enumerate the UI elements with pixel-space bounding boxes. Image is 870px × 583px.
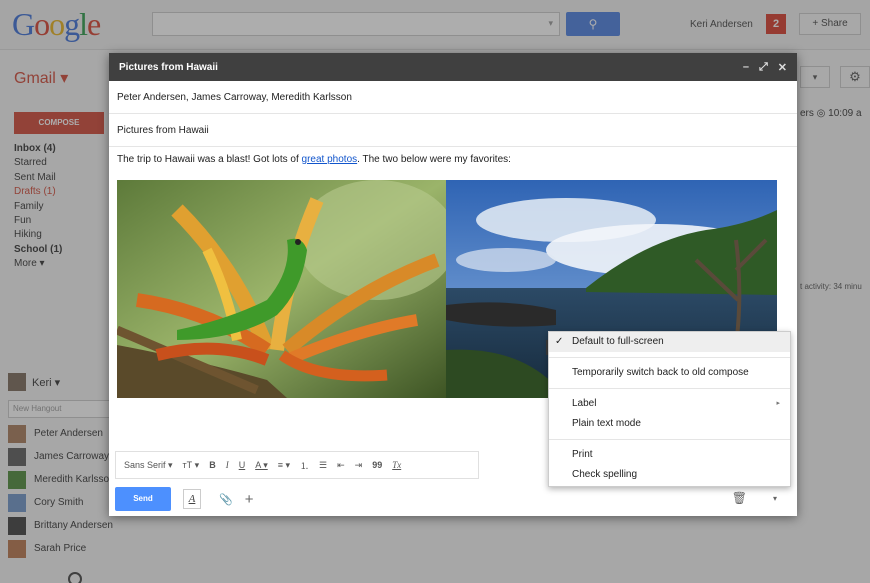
underline-icon[interactable]: U	[239, 460, 246, 470]
more-options-icon[interactable]: ▾	[765, 489, 785, 509]
subject-field[interactable]: Pictures from Hawaii	[109, 114, 797, 147]
bold-icon[interactable]: B	[209, 460, 216, 470]
insert-more-icon[interactable]: +	[245, 491, 254, 508]
submenu-arrow-icon: ▸	[776, 400, 780, 407]
menu-divider	[549, 439, 790, 440]
italic-icon[interactable]: I	[226, 460, 229, 470]
menu-item-label: Default to full-screen	[572, 336, 664, 347]
indent-more-icon[interactable]: ⇥	[355, 460, 363, 471]
clear-formatting-icon[interactable]: Tx	[392, 460, 401, 470]
great-photos-link[interactable]: great photos	[302, 154, 358, 165]
menu-item-print[interactable]: Print	[549, 445, 790, 465]
text-color-icon[interactable]: A ▾	[255, 460, 268, 471]
bulleted-list-icon[interactable]: ☰	[319, 460, 327, 471]
compose-header: Pictures from Hawaii – ⤢ ✕	[109, 53, 797, 81]
expand-icon[interactable]: ⤢	[759, 61, 768, 74]
menu-item-label: Check spelling	[572, 469, 638, 480]
indent-less-icon[interactable]: ⇤	[337, 460, 345, 471]
formatting-options-icon[interactable]: A	[183, 489, 201, 509]
menu-item-label: Temporarily switch back to old compose	[572, 367, 749, 378]
message-body[interactable]: The trip to Hawaii was a blast! Got lots…	[109, 147, 797, 173]
body-text: The trip to Hawaii was a blast! Got lots…	[117, 154, 302, 165]
menu-item-label-submenu[interactable]: Label ▸	[549, 394, 790, 414]
menu-item-label: Plain text mode	[572, 418, 641, 429]
formatting-toolbar: Sans Serif ▾ тТ ▾ B I U A ▾ ≡ ▾ ⒈ ☰ ⇤ ⇥ …	[115, 451, 479, 479]
quote-icon[interactable]: 99	[372, 460, 382, 470]
heliconia-lizard-photo[interactable]	[117, 180, 446, 398]
numbered-list-icon[interactable]: ⒈	[300, 459, 309, 472]
compose-footer: Send A 📎 + 🗑 ▾	[115, 487, 791, 511]
font-family-select[interactable]: Sans Serif ▾	[124, 460, 173, 471]
more-options-menu: ✓ Default to full-screen Temporarily swi…	[548, 331, 791, 487]
menu-item-plain-text[interactable]: Plain text mode	[549, 414, 790, 434]
align-icon[interactable]: ≡ ▾	[278, 460, 290, 471]
minimize-icon[interactable]: –	[743, 61, 749, 74]
menu-item-default-full-screen[interactable]: ✓ Default to full-screen	[549, 332, 790, 352]
send-button[interactable]: Send	[115, 487, 171, 511]
recipients-field[interactable]: Peter Andersen, James Carroway, Meredith…	[109, 81, 797, 114]
menu-divider	[549, 357, 790, 358]
body-text: . The two below were my favorites:	[357, 154, 511, 165]
checkmark-icon: ✓	[555, 336, 564, 347]
attach-file-icon[interactable]: 📎	[219, 493, 233, 506]
compose-title: Pictures from Hawaii	[119, 61, 218, 73]
close-icon[interactable]: ✕	[778, 61, 787, 74]
font-size-select[interactable]: тТ ▾	[183, 460, 200, 471]
menu-item-check-spelling[interactable]: Check spelling	[549, 465, 790, 485]
menu-divider	[549, 388, 790, 389]
discard-draft-icon[interactable]: 🗑	[732, 491, 747, 505]
menu-item-label: Label	[572, 398, 597, 409]
menu-item-label: Print	[572, 449, 593, 460]
menu-item-old-compose[interactable]: Temporarily switch back to old compose	[549, 363, 790, 383]
